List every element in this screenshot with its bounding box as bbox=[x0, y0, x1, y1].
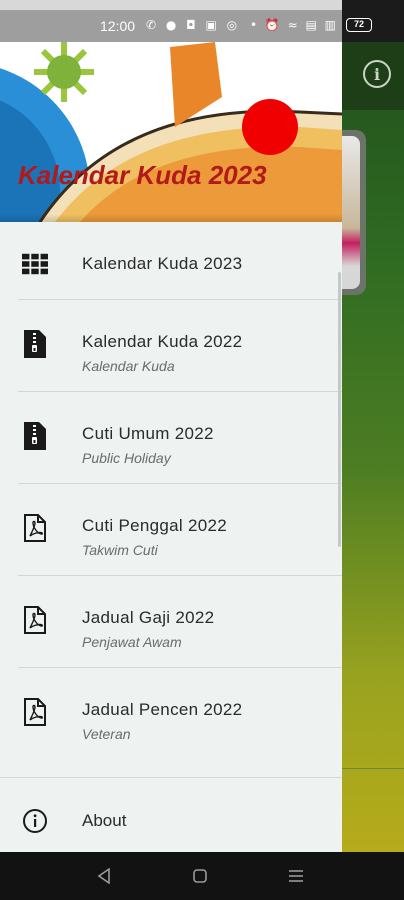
pdf-file-icon bbox=[22, 698, 48, 726]
menu-item-label: Kalendar Kuda 2022 bbox=[82, 332, 243, 351]
menu-item-kalendar-kuda-2023[interactable]: Kalendar Kuda 2023 bbox=[0, 222, 342, 300]
background-divider bbox=[342, 768, 404, 769]
navigation-drawer: Kalendar Kuda 2023 Kalendar Kuda 2023 Ka… bbox=[0, 42, 342, 852]
menu-item-kalendar-kuda-2022[interactable]: Kalendar Kuda 2022 Kalendar Kuda bbox=[0, 300, 342, 392]
menu-item-label: Cuti Penggal 2022 bbox=[82, 516, 227, 535]
status-time: 12:00 bbox=[100, 18, 136, 34]
menu-item-jadual-pencen-2022[interactable]: Jadual Pencen 2022 Veteran bbox=[0, 668, 342, 760]
info-icon[interactable]: i bbox=[363, 60, 391, 88]
menu-item-subtitle: Veteran bbox=[82, 726, 131, 742]
header-artwork bbox=[0, 42, 342, 222]
notification-icons: ✆ ● ◘ ▣ ◎ bbox=[146, 18, 241, 32]
system-icons: • ⏰ ≈ ▤ ▥ bbox=[250, 18, 339, 32]
zip-file-icon bbox=[22, 330, 48, 358]
drawer-header: Kalendar Kuda 2023 bbox=[0, 42, 342, 222]
menu-item-label: Jadual Gaji 2022 bbox=[82, 608, 215, 627]
menu-item-subtitle: Takwim Cuti bbox=[82, 542, 158, 558]
menu-item-label: Cuti Umum 2022 bbox=[82, 424, 214, 443]
back-icon[interactable] bbox=[92, 864, 116, 888]
grid-icon bbox=[22, 250, 48, 278]
status-bar: 12:00 ✆ ● ◘ ▣ ◎ • ⏰ ≈ ▤ ▥ 72 bbox=[0, 0, 404, 42]
menu-item-subtitle: Kalendar Kuda bbox=[82, 358, 175, 374]
zip-file-icon bbox=[22, 422, 48, 450]
battery-icon: 72 bbox=[346, 18, 372, 32]
info-icon bbox=[22, 808, 48, 838]
menu-item-label: Kalendar Kuda 2023 bbox=[82, 254, 243, 273]
menu-icon[interactable] bbox=[284, 864, 308, 888]
system-navigation-bar bbox=[0, 852, 404, 900]
drawer-menu: Kalendar Kuda 2023 Kalendar Kuda 2022 Ka… bbox=[0, 222, 342, 760]
about-divider bbox=[0, 777, 342, 778]
menu-item-subtitle: Penjawat Awam bbox=[82, 634, 182, 650]
pdf-file-icon bbox=[22, 514, 48, 542]
menu-item-cuti-umum-2022[interactable]: Cuti Umum 2022 Public Holiday bbox=[0, 392, 342, 484]
home-icon[interactable] bbox=[188, 864, 212, 888]
menu-item-jadual-gaji-2022[interactable]: Jadual Gaji 2022 Penjawat Awam bbox=[0, 576, 342, 668]
menu-item-about[interactable]: About bbox=[0, 802, 342, 846]
drawer-scrollbar[interactable] bbox=[338, 272, 341, 547]
menu-item-cuti-penggal-2022[interactable]: Cuti Penggal 2022 Takwim Cuti bbox=[0, 484, 342, 576]
menu-item-label: Jadual Pencen 2022 bbox=[82, 700, 243, 719]
menu-item-subtitle: Public Holiday bbox=[82, 450, 171, 466]
drawer-header-title: Kalendar Kuda 2023 bbox=[18, 160, 267, 190]
about-label: About bbox=[82, 811, 127, 830]
pdf-file-icon bbox=[22, 606, 48, 634]
